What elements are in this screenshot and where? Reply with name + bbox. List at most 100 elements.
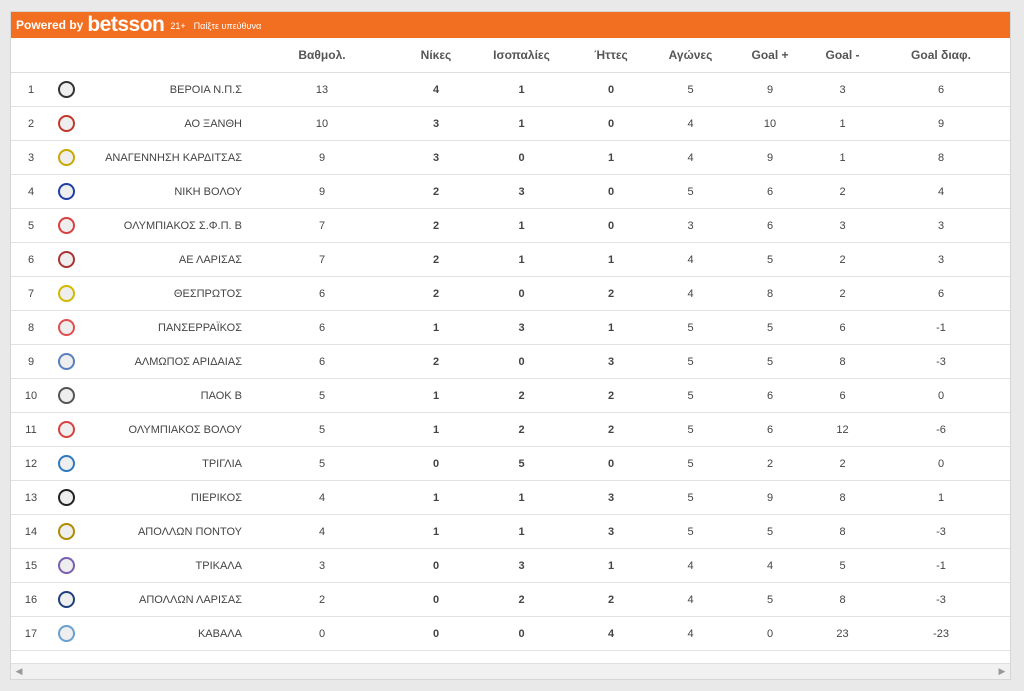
table-row[interactable]: 2 ΑΟ ΞΑΝΘΗ 10 3 1 0 4 10 1 9 bbox=[10, 106, 1011, 141]
points-cell: 13 bbox=[248, 72, 396, 107]
team-name-cell[interactable]: ΑΠΟΛΛΩΝ ΛΑΡΙΣΑΣ bbox=[80, 582, 248, 617]
wins-cell: 4 bbox=[396, 72, 476, 107]
goal-diff-cell: -1 bbox=[871, 548, 1011, 583]
goals-against-cell: 6 bbox=[814, 310, 871, 345]
team-name-cell[interactable]: ΠΑΟΚ Β bbox=[80, 378, 248, 413]
draws-cell: 3 bbox=[476, 310, 567, 345]
points-cell: 9 bbox=[248, 140, 396, 175]
goals-for-cell: 9 bbox=[726, 140, 814, 175]
table-row[interactable]: 6 ΑΕ ΛΑΡΙΣΑΣ 7 2 1 1 4 5 2 3 bbox=[10, 242, 1011, 277]
goal-diff-cell: -3 bbox=[871, 514, 1011, 549]
team-name-cell[interactable]: ΑΛΜΩΠΟΣ ΑΡΙΔΑΙΑΣ bbox=[80, 344, 248, 379]
wins-cell: 1 bbox=[396, 378, 476, 413]
points-cell: 5 bbox=[248, 412, 396, 447]
draws-cell: 1 bbox=[476, 208, 567, 243]
position-cell: 8 bbox=[10, 310, 52, 345]
responsible-gaming-link[interactable]: Παίξτε υπεύθυνα bbox=[194, 21, 262, 31]
position-cell: 13 bbox=[10, 480, 52, 515]
losses-cell: 3 bbox=[567, 514, 655, 549]
games-cell: 5 bbox=[655, 446, 726, 481]
team-crest-icon bbox=[57, 115, 75, 132]
team-name-cell[interactable]: ΝΙΚΗ ΒΟΛΟΥ bbox=[80, 174, 248, 209]
goals-for-cell: 5 bbox=[726, 344, 814, 379]
points-cell: 4 bbox=[248, 514, 396, 549]
team-logo-cell bbox=[52, 106, 80, 141]
table-row[interactable]: 12 ΤΡΙΓΛΙΑ 5 0 5 0 5 2 2 0 bbox=[10, 446, 1011, 481]
position-cell: 6 bbox=[10, 242, 52, 277]
table-row[interactable]: 13 ΠΙΕΡΙΚΟΣ 4 1 1 3 5 9 8 1 bbox=[10, 480, 1011, 515]
wins-cell: 2 bbox=[396, 242, 476, 277]
table-row[interactable]: 15 ΤΡΙΚΑΛΑ 3 0 3 1 4 4 5 -1 bbox=[10, 548, 1011, 583]
draws-cell: 3 bbox=[476, 174, 567, 209]
goal-diff-cell: -1 bbox=[871, 310, 1011, 345]
team-name-cell[interactable]: ΤΡΙΚΑΛΑ bbox=[80, 548, 248, 583]
horizontal-scrollbar[interactable]: ◀ ▶ bbox=[10, 663, 1011, 680]
points-cell: 9 bbox=[248, 174, 396, 209]
table-row[interactable]: 1 ΒΕΡΟΙΑ Ν.Π.Σ 13 4 1 0 5 9 3 6 bbox=[10, 72, 1011, 107]
team-name-cell[interactable]: ΘΕΣΠΡΩΤΟΣ bbox=[80, 276, 248, 311]
betsson-logo[interactable]: betsson bbox=[87, 11, 165, 38]
table-row[interactable]: 8 ΠΑΝΣΕΡΡΑΪΚΟΣ 6 1 3 1 5 5 6 -1 bbox=[10, 310, 1011, 345]
team-name-cell[interactable]: ΤΡΙΓΛΙΑ bbox=[80, 446, 248, 481]
scroll-right-icon[interactable]: ▶ bbox=[995, 666, 1009, 677]
position-cell: 4 bbox=[10, 174, 52, 209]
table-header-row: Βαθμολ. Νίκες Ισοπαλίες Ήττες Αγώνες Goal + Go… bbox=[10, 38, 1011, 73]
scroll-left-icon[interactable]: ◀ bbox=[12, 666, 26, 677]
goal-diff-cell: -3 bbox=[871, 582, 1011, 617]
team-name-cell[interactable]: ΑΕ ΛΑΡΙΣΑΣ bbox=[80, 242, 248, 277]
header-draws-col: Ισοπαλίες bbox=[476, 38, 567, 73]
position-cell: 3 bbox=[10, 140, 52, 175]
team-logo-cell bbox=[52, 548, 80, 583]
goal-diff-cell: -6 bbox=[871, 412, 1011, 447]
team-name-cell[interactable]: ΑΝΑΓΕΝΝΗΣΗ ΚΑΡΔΙΤΣΑΣ bbox=[80, 140, 248, 175]
table-row[interactable]: 10 ΠΑΟΚ Β51225660 bbox=[10, 378, 1011, 413]
team-logo-cell bbox=[52, 242, 80, 277]
table-row[interactable]: 4 ΝΙΚΗ ΒΟΛΟΥ 9 2 3 0 5 6 2 4 bbox=[10, 174, 1011, 209]
games-cell: 5 bbox=[655, 72, 726, 107]
losses-cell: 3 bbox=[567, 344, 655, 379]
header-games-col: Αγώνες bbox=[655, 38, 726, 73]
draws-cell: 1 bbox=[476, 242, 567, 277]
team-crest-icon bbox=[57, 557, 75, 574]
team-name-cell[interactable]: ΒΕΡΟΙΑ Ν.Π.Σ bbox=[80, 72, 248, 107]
draws-cell: 2 bbox=[476, 582, 567, 617]
table-row[interactable]: 16 ΑΠΟΛΛΩΝ ΛΑΡΙΣΑΣ 2 0 2 2 4 5 8 -3 bbox=[10, 582, 1011, 617]
table-row[interactable]: 17 ΚΑΒΑΛΑ 0 0 0 4 4 0 23 -23 bbox=[10, 616, 1011, 651]
goal-diff-cell: -23 bbox=[871, 616, 1011, 651]
goals-against-cell: 12 bbox=[814, 412, 871, 447]
games-cell: 5 bbox=[655, 174, 726, 209]
wins-cell: 0 bbox=[396, 616, 476, 651]
team-logo-cell bbox=[52, 208, 80, 243]
table-row[interactable]: 7 ΘΕΣΠΡΩΤΟΣ 6 2 0 2 4 8 2 6 bbox=[10, 276, 1011, 311]
header-pos-col bbox=[10, 38, 52, 73]
team-name-cell[interactable]: ΠΙΕΡΙΚΟΣ bbox=[80, 480, 248, 515]
team-name-cell[interactable]: ΑΟ ΞΑΝΘΗ bbox=[80, 106, 248, 141]
team-name-cell[interactable]: ΟΛΥΜΠΙΑΚΟΣ ΒΟΛΟΥ bbox=[80, 412, 248, 447]
table-row[interactable]: 3 ΑΝΑΓΕΝΝΗΣΗ ΚΑΡΔΙΤΣΑΣ 9 3 0 1 4 9 1 8 bbox=[10, 140, 1011, 175]
games-cell: 4 bbox=[655, 582, 726, 617]
goals-against-cell: 6 bbox=[814, 378, 871, 413]
table-row[interactable]: 14 ΑΠΟΛΛΩΝ ΠΟΝΤΟΥ 4 1 1 3 5 5 8 -3 bbox=[10, 514, 1011, 549]
wins-cell: 1 bbox=[396, 412, 476, 447]
games-cell: 4 bbox=[655, 242, 726, 277]
table-row[interactable]: 9 ΑΛΜΩΠΟΣ ΑΡΙΔΑΙΑΣ 6 2 0 3 5 5 8 -3 bbox=[10, 344, 1011, 379]
position-cell: 12 bbox=[10, 446, 52, 481]
position-cell: 15 bbox=[10, 548, 52, 583]
header-goal-diff-col: Goal διαφ. bbox=[871, 38, 1011, 73]
goal-diff-cell: 1 bbox=[871, 480, 1011, 515]
team-name-cell[interactable]: ΟΛΥΜΠΙΑΚΟΣ Σ.Φ.Π. Β bbox=[80, 208, 248, 243]
team-logo-cell bbox=[52, 276, 80, 311]
table-row[interactable]: 11 ΟΛΥΜΠΙΑΚΟΣ ΒΟΛΟΥ 5 1 2 2 5 6 12 -6 bbox=[10, 412, 1011, 447]
wins-cell: 2 bbox=[396, 276, 476, 311]
goals-for-cell: 5 bbox=[726, 310, 814, 345]
team-name-cell[interactable]: ΠΑΝΣΕΡΡΑΪΚΟΣ bbox=[80, 310, 248, 345]
team-name-cell[interactable]: ΑΠΟΛΛΩΝ ΠΟΝΤΟΥ bbox=[80, 514, 248, 549]
wins-cell: 3 bbox=[396, 140, 476, 175]
losses-cell: 4 bbox=[567, 616, 655, 651]
goals-against-cell: 2 bbox=[814, 242, 871, 277]
sponsor-banner[interactable]: Powered by betsson 21+ Παίξτε υπεύθυνα bbox=[10, 11, 1011, 38]
team-name-cell[interactable]: ΚΑΒΑΛΑ bbox=[80, 616, 248, 651]
position-cell: 9 bbox=[10, 344, 52, 379]
table-row[interactable]: 5 ΟΛΥΜΠΙΑΚΟΣ Σ.Φ.Π. Β72103633 bbox=[10, 208, 1011, 243]
goals-for-cell: 9 bbox=[726, 72, 814, 107]
